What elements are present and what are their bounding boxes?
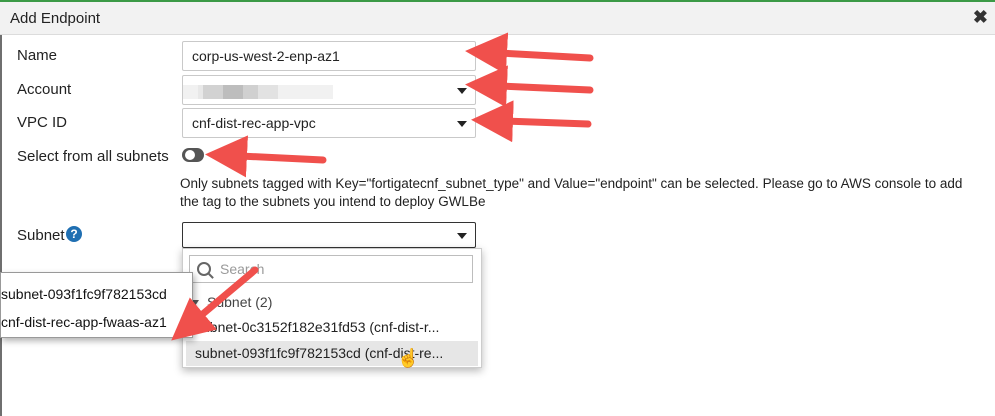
subnet-option[interactable]: subnet-0c3152f182e31fd53 (cnf-dist-r... (186, 315, 478, 340)
toggle-knob (185, 150, 195, 160)
subnet-label: Subnet (17, 227, 65, 244)
account-value-redacted (183, 85, 333, 99)
subnet-group-header[interactable]: Subnet (2) (191, 294, 272, 310)
tooltip-subnet-id: subnet-093f1fc9f782153cd (1, 286, 167, 302)
arrow-name (465, 32, 594, 75)
dialog-header: Add Endpoint ✖ (0, 2, 995, 35)
chevron-down-icon (457, 233, 467, 239)
dialog-left-border (0, 35, 2, 416)
subnet-select[interactable] (182, 222, 476, 248)
search-box[interactable] (189, 255, 473, 283)
name-input[interactable]: corp-us-west-2-enp-az1 (182, 41, 476, 71)
arrow-vpc (471, 100, 592, 143)
vpc-id-value: cnf-dist-rec-app-vpc (192, 115, 316, 131)
subnet-tooltip: subnet-093f1fc9f782153cd cnf-dist-rec-ap… (0, 272, 193, 338)
vpc-id-select[interactable]: cnf-dist-rec-app-vpc (182, 108, 476, 138)
search-icon (197, 262, 211, 276)
arrow-toggle (205, 135, 327, 178)
all-subnets-label: Select from all subnets (17, 148, 169, 165)
subnet-dropdown: Subnet (2) subnet-0c3152f182e31fd53 (cnf… (182, 248, 482, 368)
chevron-down-icon (457, 88, 467, 94)
group-label: Subnet (2) (207, 294, 273, 310)
pointer-hand-icon: ☝ (397, 348, 420, 368)
account-select[interactable] (182, 75, 476, 105)
name-input-value: corp-us-west-2-enp-az1 (192, 48, 340, 64)
close-icon[interactable]: ✖ (973, 7, 988, 28)
all-subnets-toggle[interactable] (182, 148, 204, 162)
dialog-title: Add Endpoint (10, 10, 101, 27)
arrow-account (465, 65, 594, 108)
tooltip-subnet-name: cnf-dist-rec-app-fwaas-az1 (1, 314, 167, 330)
chevron-down-icon (457, 121, 467, 127)
subnet-tag-note: Only subnets tagged with Key="fortigatec… (180, 176, 963, 209)
account-label: Account (17, 81, 72, 98)
subnet-option-hovered[interactable]: subnet-093f1fc9f782153cd (cnf-dist-re... (186, 341, 478, 366)
vpc-id-label: VPC ID (17, 114, 68, 131)
name-label: Name (17, 47, 58, 64)
search-input[interactable] (220, 260, 460, 278)
help-icon[interactable]: ? (66, 226, 82, 242)
